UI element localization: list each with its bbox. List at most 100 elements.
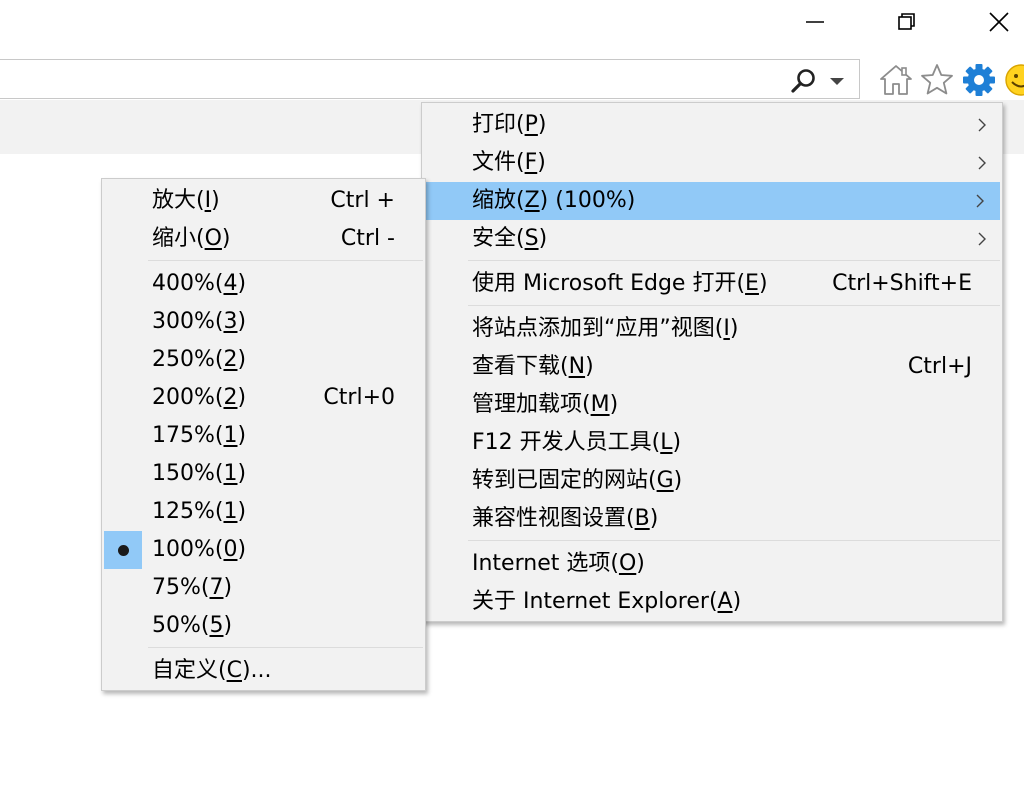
close-button[interactable] xyxy=(976,0,1022,44)
zoom-menu-item[interactable]: 175%(1) xyxy=(102,417,425,455)
zoom-menu-item[interactable]: 100%(0) xyxy=(102,531,425,569)
menu-item-label: 关于 Internet Explorer(A) xyxy=(472,589,742,614)
home-button[interactable] xyxy=(878,62,914,98)
zoom-submenu: 放大(I) Ctrl + 缩小(O) Ctrl -400%(4) 300%(3) 250%… xyxy=(101,178,426,691)
menu-item-label: 400%(4) xyxy=(152,271,247,296)
access-key: 5 xyxy=(209,613,224,638)
access-key: 2 xyxy=(223,347,238,372)
menu-separator xyxy=(468,540,1000,541)
menu-item-label: 转到已固定的网站(G) xyxy=(472,468,683,493)
restore-button[interactable] xyxy=(884,0,930,44)
zoom-menu-item[interactable]: 250%(2) xyxy=(102,341,425,379)
menu-separator xyxy=(468,305,1000,306)
home-icon xyxy=(880,65,912,95)
menu-item-label: 文件(F) xyxy=(472,150,546,175)
menu-item-label: 125%(1) xyxy=(152,499,247,524)
zoom-menu-item[interactable]: 125%(1) xyxy=(102,493,425,531)
menu-item-label: 200%(2) xyxy=(152,385,247,410)
menu-item-label: 兼容性视图设置(B) xyxy=(472,506,659,531)
menu-item-label: 缩放(Z) (100%) xyxy=(472,188,636,213)
restore-icon xyxy=(898,13,915,30)
chevron-right-icon xyxy=(978,232,986,246)
favorites-star-icon xyxy=(921,64,953,95)
menu-item-label: 50%(5) xyxy=(152,613,233,638)
tools-menu-item[interactable]: 文件(F) xyxy=(422,144,1002,182)
menu-item-label: 将站点添加到“应用”视图(I) xyxy=(472,316,739,341)
tools-menu-item[interactable]: 缩放(Z) (100%) xyxy=(426,182,1000,220)
feedback-button[interactable] xyxy=(1003,62,1024,98)
menu-separator xyxy=(468,260,1000,261)
access-key: B xyxy=(634,506,650,531)
zoom-menu-item[interactable]: 75%(7) xyxy=(102,569,425,607)
minimize-button[interactable] xyxy=(792,0,838,44)
access-key: A xyxy=(717,589,733,614)
smiley-feedback-icon xyxy=(1005,64,1024,96)
tools-menu-item[interactable]: 安全(S) xyxy=(422,220,1002,258)
menu-item-label: 放大(I) xyxy=(152,188,220,213)
chevron-right-icon xyxy=(976,194,984,208)
zoom-menu-item[interactable]: 缩小(O) Ctrl - xyxy=(102,220,425,258)
favorites-button[interactable] xyxy=(919,62,955,98)
chevron-right-icon xyxy=(978,156,986,170)
access-key: N xyxy=(568,354,586,379)
address-dropdown-button[interactable] xyxy=(825,68,849,94)
shortcut-text: Ctrl - xyxy=(340,226,395,251)
access-key: P xyxy=(524,112,538,137)
access-key: 1 xyxy=(223,499,238,524)
tools-button[interactable] xyxy=(961,62,997,98)
tools-menu-item[interactable]: Internet 选项(O) xyxy=(422,545,1002,583)
tools-menu-item[interactable]: 查看下载(N) Ctrl+J xyxy=(422,348,1002,386)
zoom-menu-item[interactable]: 150%(1) xyxy=(102,455,425,493)
tools-menu-item[interactable]: 使用 Microsoft Edge 打开(E) Ctrl+Shift+E xyxy=(422,265,1002,303)
tools-menu-item[interactable]: 管理加载项(M) xyxy=(422,386,1002,424)
access-key: 3 xyxy=(223,309,238,334)
close-icon xyxy=(989,12,1009,32)
tools-menu-item[interactable]: 将站点添加到“应用”视图(I) xyxy=(422,310,1002,348)
tools-menu-item[interactable]: 兼容性视图设置(B) xyxy=(422,500,1002,538)
menu-item-label: 缩小(O) xyxy=(152,226,231,251)
access-key: E xyxy=(745,271,759,296)
zoom-menu-item[interactable]: 放大(I) Ctrl + xyxy=(102,182,425,220)
access-key: 0 xyxy=(223,537,238,562)
access-key: C xyxy=(226,658,242,683)
tools-menu-item[interactable]: 转到已固定的网站(G) xyxy=(422,462,1002,500)
address-bar[interactable] xyxy=(0,59,860,99)
menu-separator xyxy=(148,647,423,648)
access-key: G xyxy=(656,468,674,493)
access-key: S xyxy=(524,226,539,251)
access-key: L xyxy=(660,430,673,455)
menu-item-label: 管理加载项(M) xyxy=(472,392,619,417)
access-key: O xyxy=(204,226,222,251)
access-key: Z xyxy=(524,188,540,213)
zoom-menu-item[interactable]: 50%(5) xyxy=(102,607,425,645)
menu-item-label: F12 开发人员工具(L) xyxy=(472,430,682,455)
zoom-menu-item[interactable]: 300%(3) xyxy=(102,303,425,341)
menu-item-label: 自定义(C)... xyxy=(152,658,272,683)
tools-menu-item[interactable]: F12 开发人员工具(L) xyxy=(422,424,1002,462)
shortcut-text: Ctrl+Shift+E xyxy=(832,271,972,296)
search-button[interactable] xyxy=(789,68,819,94)
shortcut-text: Ctrl + xyxy=(330,188,395,213)
tools-menu: 打印(P) 文件(F) 缩放(Z) (100%) 安全(S) 使用 Microsoft … xyxy=(421,102,1003,622)
menu-item-label: 使用 Microsoft Edge 打开(E) xyxy=(472,271,768,296)
menu-item-label: 300%(3) xyxy=(152,309,247,334)
access-key: 1 xyxy=(223,423,238,448)
tools-menu-item[interactable]: 关于 Internet Explorer(A) xyxy=(422,583,1002,621)
search-icon xyxy=(791,69,815,93)
zoom-menu-item[interactable]: 400%(4) xyxy=(102,265,425,303)
access-key: 4 xyxy=(223,271,238,296)
menu-item-label: 打印(P) xyxy=(472,112,547,137)
menu-item-label: Internet 选项(O) xyxy=(472,551,645,576)
shortcut-text: Ctrl+0 xyxy=(323,385,395,410)
access-key: 7 xyxy=(209,575,224,600)
access-key: 1 xyxy=(223,461,238,486)
access-key: F xyxy=(524,150,538,175)
menu-item-label: 100%(0) xyxy=(152,537,247,562)
menu-item-label: 175%(1) xyxy=(152,423,247,448)
minimize-icon xyxy=(806,21,824,23)
zoom-menu-item[interactable]: 200%(2) Ctrl+0 xyxy=(102,379,425,417)
tools-menu-item[interactable]: 打印(P) xyxy=(422,106,1002,144)
shortcut-text: Ctrl+J xyxy=(907,354,972,379)
selected-indicator xyxy=(104,531,142,569)
zoom-menu-item[interactable]: 自定义(C)... xyxy=(102,652,425,690)
